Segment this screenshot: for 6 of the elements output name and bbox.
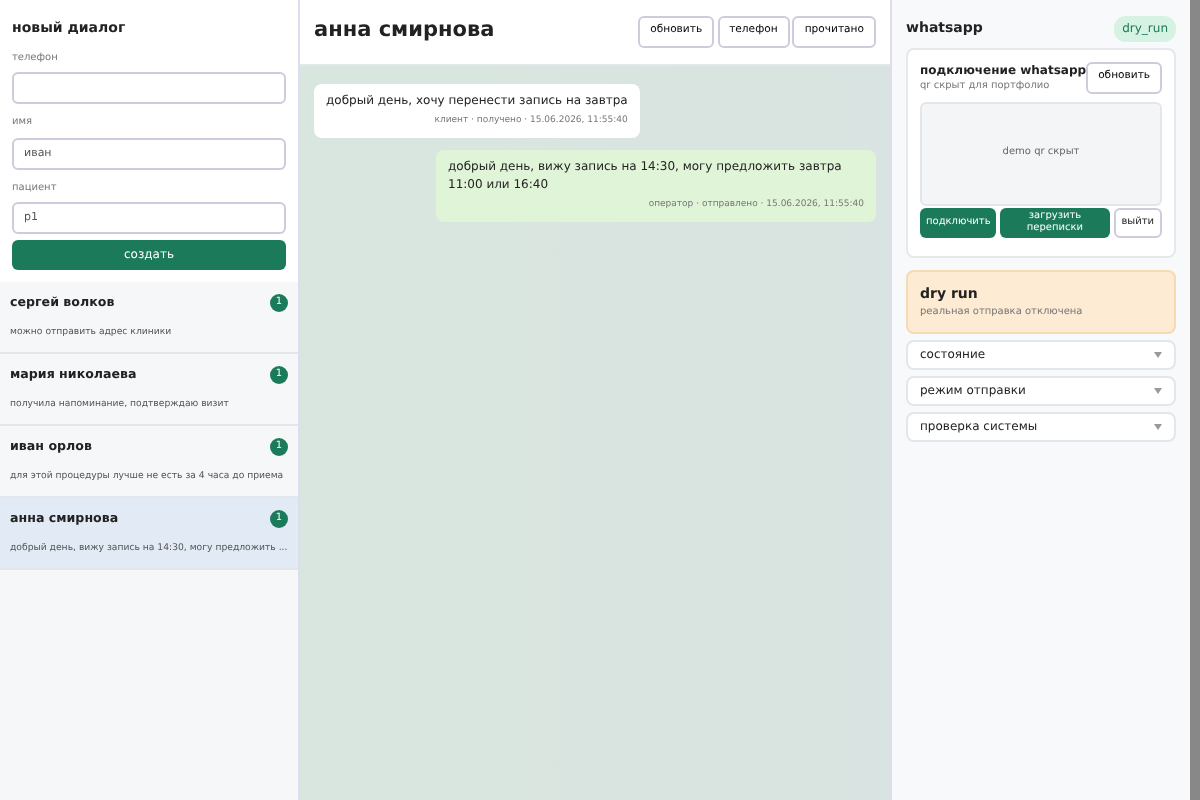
chevron-icon <box>1154 388 1162 394</box>
chevron-icon <box>1154 352 1162 358</box>
chevron-icon <box>1154 424 1162 430</box>
input-field[interactable] <box>12 72 286 104</box>
scrollbar[interactable] <box>1190 0 1200 800</box>
chat-title: анна смирнова <box>314 16 495 47</box>
